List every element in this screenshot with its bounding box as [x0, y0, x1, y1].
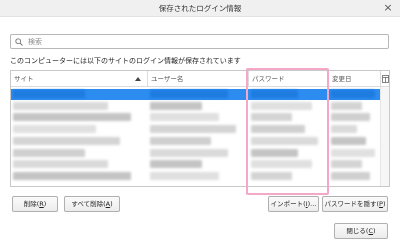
obscured-cell [150, 113, 220, 122]
obscured-cell [150, 136, 211, 145]
obscured-cell [331, 113, 371, 122]
table-row[interactable] [11, 159, 381, 170]
table-row[interactable] [11, 112, 381, 123]
obscured-cell [251, 125, 306, 134]
remove-button[interactable]: 削除(R) [12, 196, 58, 212]
obscured-cell [331, 160, 362, 169]
obscured-cell [13, 136, 120, 145]
search-input[interactable] [28, 36, 383, 47]
obscured-cell [331, 171, 371, 180]
saved-logins-description: このコンピューターには以下のサイトのログイン情報が保存されています [10, 57, 241, 65]
search-icon [15, 38, 23, 46]
obscured-cell [251, 90, 299, 98]
obscured-cell [251, 113, 292, 122]
obscured-cell [251, 101, 312, 110]
obscured-cell [331, 125, 358, 134]
obscured-cell [13, 171, 132, 180]
remove-all-button[interactable]: すべて削除(A) [64, 196, 120, 212]
obscured-cell [251, 160, 312, 169]
obscured-cell [150, 101, 203, 110]
column-picker-icon[interactable] [382, 75, 389, 83]
import-button[interactable]: インポート(I)... [268, 196, 319, 212]
obscured-cell [13, 160, 108, 169]
obscured-cell [150, 148, 228, 157]
table-row[interactable] [11, 136, 381, 147]
obscured-cell [13, 113, 132, 122]
table-row-selected[interactable] [11, 89, 381, 100]
obscured-cell [331, 136, 367, 145]
sort-ascending-icon [135, 77, 141, 81]
obscured-cell [331, 90, 375, 98]
column-header-site[interactable]: サイト [11, 71, 148, 87]
obscured-cell [150, 171, 220, 180]
obscured-cell [251, 148, 299, 157]
table-row[interactable] [11, 101, 381, 112]
obscured-cell [150, 125, 237, 134]
obscured-cell [331, 148, 375, 157]
table-header: サイト ユーザー名 パスワード 変更日 [11, 71, 389, 87]
obscured-cell [13, 101, 108, 110]
obscured-cell [13, 90, 85, 98]
table-scrollbar[interactable] [380, 87, 389, 186]
table-row[interactable] [11, 171, 381, 182]
close-window-icon[interactable]: × [381, 0, 395, 17]
table-row[interactable] [11, 148, 381, 159]
obscured-cell [13, 125, 97, 134]
obscured-cell [150, 90, 228, 98]
hide-passwords-button[interactable]: パスワードを隠す(P) [322, 196, 388, 212]
column-header-password[interactable]: パスワード [249, 71, 329, 87]
search-field[interactable] [10, 34, 389, 49]
column-header-modified[interactable]: 変更日 [329, 71, 381, 87]
obscured-cell [150, 160, 203, 169]
dialog-titlebar: 保存されたログイン情報 × [0, 0, 400, 17]
obscured-cell [251, 136, 319, 145]
close-button[interactable]: 閉じる(C) [334, 223, 388, 239]
obscured-cell [13, 148, 85, 157]
dialog-title: 保存されたログイン情報 [158, 4, 242, 13]
saved-logins-table[interactable]: サイト ユーザー名 パスワード 変更日 [10, 70, 390, 187]
obscured-cell [251, 171, 292, 180]
obscured-cell [331, 101, 362, 110]
table-row[interactable] [11, 124, 381, 135]
column-header-username[interactable]: ユーザー名 [148, 71, 249, 87]
